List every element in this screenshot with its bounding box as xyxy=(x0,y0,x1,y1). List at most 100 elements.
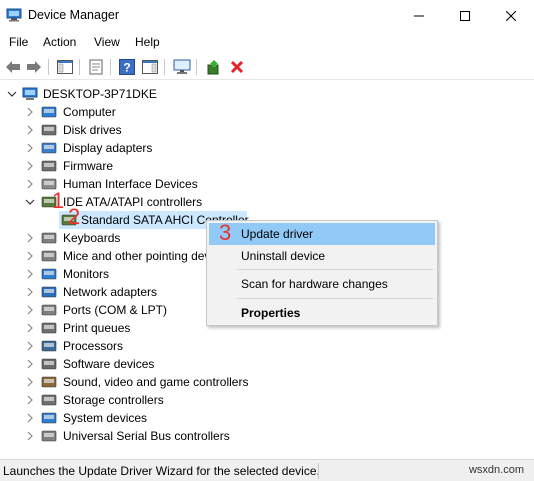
sound-video-game-controllers-expander[interactable] xyxy=(25,377,35,387)
processors-expander[interactable] xyxy=(25,341,35,351)
menu-file[interactable]: File xyxy=(9,35,28,49)
tree-item-firmware[interactable]: Firmware xyxy=(63,157,113,175)
ports-com-lpt-icon xyxy=(41,304,57,316)
usb-controllers-expander[interactable] xyxy=(25,431,35,441)
menu-help[interactable]: Help xyxy=(135,35,160,49)
chevron-right-icon xyxy=(27,233,33,243)
ide-ata-atapi-controllers-expander[interactable] xyxy=(25,197,35,207)
uninstall-device-toolbar-button[interactable] xyxy=(227,57,247,77)
scan-hardware-button[interactable] xyxy=(172,57,192,77)
tree-item-display-adapters[interactable]: Display adapters xyxy=(63,139,152,157)
display-adapters-icon xyxy=(41,142,57,154)
disk-drives-icon xyxy=(41,124,57,136)
help-toolbar-button[interactable]: ? xyxy=(117,57,137,77)
tree-item-software-devices[interactable]: Software devices xyxy=(63,355,154,373)
sound-video-game-controllers-icon xyxy=(41,376,57,388)
mice-pointing-devices-expander[interactable] xyxy=(25,251,35,261)
chevron-right-icon xyxy=(27,287,33,297)
tree-item-sound-video-game-controllers[interactable]: Sound, video and game controllers xyxy=(63,373,248,391)
toolbar: ? xyxy=(0,54,534,80)
tree-item-system-devices[interactable]: System devices xyxy=(63,409,147,427)
menu-action[interactable]: Action xyxy=(43,35,76,49)
tree-item-print-queues[interactable]: Print queues xyxy=(63,319,130,337)
print-queues-icon xyxy=(41,322,57,334)
status-text: Launches the Update Driver Wizard for th… xyxy=(3,464,320,478)
print-queues-expander[interactable] xyxy=(25,323,35,333)
device-manager-icon xyxy=(6,8,22,22)
close-icon xyxy=(506,10,516,21)
ctx-properties[interactable]: Properties xyxy=(209,302,435,324)
monitors-expander[interactable] xyxy=(25,269,35,279)
show-hide-console-tree-button[interactable] xyxy=(55,57,75,77)
ports-com-lpt-expander[interactable] xyxy=(25,305,35,315)
tree-root-label[interactable]: DESKTOP-3P71DKE xyxy=(43,85,157,103)
console-tree-icon xyxy=(57,60,73,74)
network-adapters-expander[interactable] xyxy=(25,287,35,297)
tree-item-human-interface-devices[interactable]: Human Interface Devices xyxy=(63,175,198,193)
chevron-right-icon xyxy=(27,143,33,153)
status-bar: Launches the Update Driver Wizard for th… xyxy=(0,459,534,481)
step-1-marker: 1 xyxy=(52,188,65,213)
tree-item-storage-controllers[interactable]: Storage controllers xyxy=(63,391,164,409)
forward-button[interactable] xyxy=(24,57,44,77)
tree-item-monitors[interactable]: Monitors xyxy=(63,265,109,283)
chevron-down-icon xyxy=(25,199,35,205)
software-devices-expander[interactable] xyxy=(25,359,35,369)
svg-text:?: ? xyxy=(123,61,130,75)
mice-pointing-devices-icon xyxy=(41,250,57,262)
keyboards-expander[interactable] xyxy=(25,233,35,243)
tree-item-processors[interactable]: Processors xyxy=(63,337,123,355)
chevron-right-icon xyxy=(27,269,33,279)
ctx-update-driver[interactable]: Update driver xyxy=(209,223,435,245)
chevron-right-icon xyxy=(27,341,33,351)
storage-controllers-expander[interactable] xyxy=(25,395,35,405)
back-button[interactable] xyxy=(3,57,23,77)
close-button[interactable] xyxy=(488,0,534,31)
chevron-right-icon xyxy=(27,359,33,369)
tree-item-disk-drives[interactable]: Disk drives xyxy=(63,121,122,139)
disk-drives-expander[interactable] xyxy=(25,125,35,135)
delete-x-icon xyxy=(230,60,244,74)
chevron-right-icon xyxy=(27,305,33,315)
properties-toolbar-button[interactable] xyxy=(86,57,106,77)
update-driver-icon xyxy=(207,60,219,75)
firmware-expander[interactable] xyxy=(25,161,35,171)
display-adapters-expander[interactable] xyxy=(25,143,35,153)
properties-icon xyxy=(89,59,103,75)
chevron-right-icon xyxy=(27,161,33,171)
minimize-icon xyxy=(414,15,424,16)
tree-item-keyboards[interactable]: Keyboards xyxy=(63,229,120,247)
tree-item-ports-com-lpt[interactable]: Ports (COM & LPT) xyxy=(63,301,167,319)
watermark-text: wsxdn.com xyxy=(468,464,524,476)
network-adapters-icon xyxy=(41,286,57,298)
chevron-right-icon xyxy=(27,125,33,135)
context-menu: Update driver Uninstall device Scan for … xyxy=(206,220,438,326)
computer-expander[interactable] xyxy=(25,107,35,117)
ctx-uninstall-device[interactable]: Uninstall device xyxy=(209,245,435,267)
computer-icon xyxy=(41,106,57,118)
update-driver-toolbar-button[interactable] xyxy=(204,57,224,77)
action-pane-button[interactable] xyxy=(140,57,160,77)
tree-item-usb-controllers[interactable]: Universal Serial Bus controllers xyxy=(63,427,230,445)
system-devices-expander[interactable] xyxy=(25,413,35,423)
forward-arrow-icon xyxy=(27,61,41,73)
tree-item-computer[interactable]: Computer xyxy=(63,103,116,121)
chevron-down-icon xyxy=(7,91,17,97)
menu-view[interactable]: View xyxy=(94,35,120,49)
tree-item-network-adapters[interactable]: Network adapters xyxy=(63,283,157,301)
human-interface-devices-expander[interactable] xyxy=(25,179,35,189)
root-collapse-toggle[interactable] xyxy=(7,89,17,99)
storage-controllers-icon xyxy=(41,394,57,406)
window-title: Device Manager xyxy=(28,8,120,22)
chevron-right-icon xyxy=(27,413,33,423)
menu-bar: File Action View Help xyxy=(0,31,534,53)
minimize-button[interactable] xyxy=(396,0,442,31)
chevron-right-icon xyxy=(27,179,33,189)
tree-item-ide-ata-atapi-controllers[interactable]: IDE ATA/ATAPI controllers xyxy=(63,193,202,211)
step-2-marker: 2 xyxy=(68,204,81,229)
help-icon: ? xyxy=(119,59,135,75)
ctx-scan-hardware[interactable]: Scan for hardware changes xyxy=(209,273,435,295)
chevron-right-icon xyxy=(27,323,33,333)
chevron-right-icon xyxy=(27,431,33,441)
maximize-button[interactable] xyxy=(442,0,488,31)
